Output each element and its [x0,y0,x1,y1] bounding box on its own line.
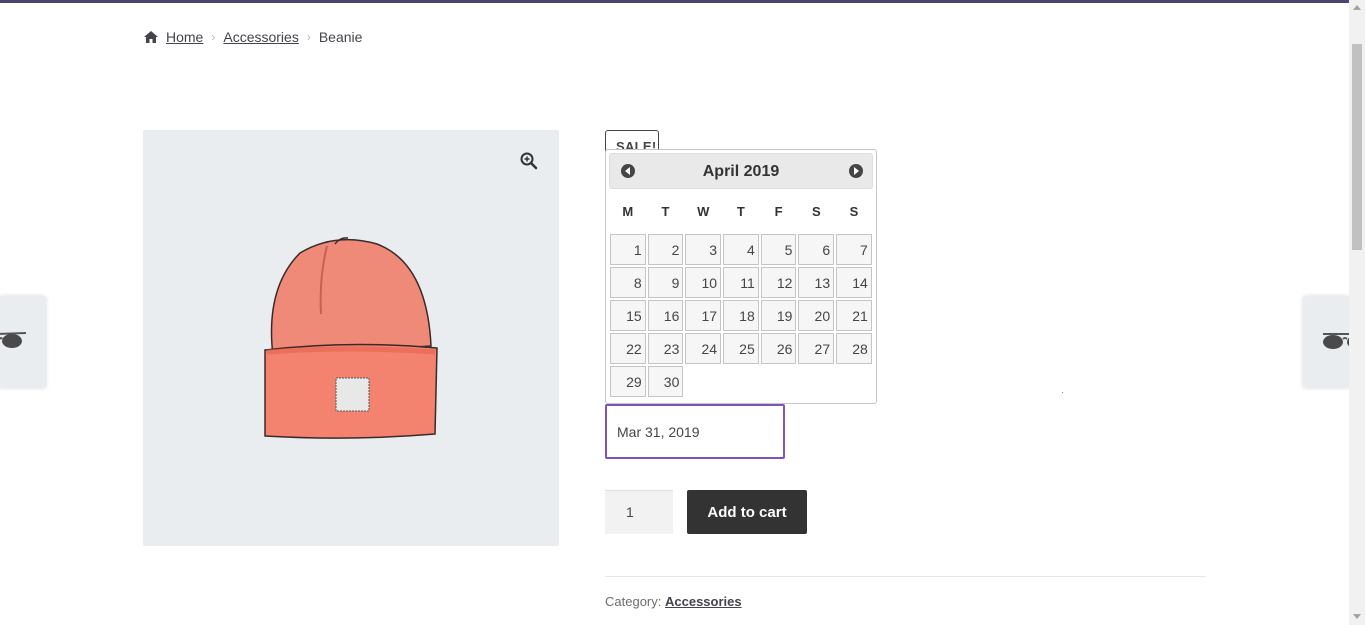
breadcrumb-home-link[interactable]: Home [166,29,203,45]
datepicker-day[interactable]: 24 [685,333,722,364]
home-icon [144,31,158,43]
zoom-in-icon [520,152,538,170]
datepicker-day[interactable]: 26 [760,333,797,364]
datepicker-day[interactable]: 15 [610,300,646,331]
beanie-product-image [264,237,438,439]
top-accent-bar [0,0,1365,3]
next-month-button[interactable] [849,164,863,178]
breadcrumb-category-link[interactable]: Accessories [223,29,298,45]
scroll-down-arrow-icon[interactable] [1353,614,1361,619]
product-meta: Category: Accessories [605,594,742,609]
datepicker-day[interactable]: 29 [610,366,646,397]
datepicker-day[interactable]: 5 [760,234,797,265]
divider [605,576,1206,577]
datepicker-weekday-row: MTWTFSS [609,201,873,223]
weekday-label: T [736,204,745,219]
scrollbar-thumb[interactable] [1352,44,1362,250]
date-input[interactable]: Mar 31, 2019 [605,404,785,459]
datepicker-day[interactable]: 20 [798,300,835,331]
datepicker-day[interactable]: 19 [760,300,797,331]
chevron-right-icon: › [306,30,311,44]
datepicker-day[interactable]: 30 [647,366,684,397]
category-label: Category: [605,594,662,609]
datepicker-day-grid: 1 2 3 4 5 6 7 8 9 10 11 12 13 14 15 16 17 18 19 20 21 22 23 24 2… [609,233,873,398]
weekday-label: S [811,204,821,219]
datepicker-header: April 2019 [609,153,873,189]
breadcrumb: Home › Accessories › Beanie [143,28,362,46]
weekday-label: M [622,204,634,219]
datepicker-day[interactable]: 8 [610,267,646,298]
datepicker-day[interactable]: 13 [798,267,835,298]
datepicker-day[interactable]: 2 [647,234,684,265]
weekday-label: F [774,204,783,219]
datepicker-day[interactable]: 18 [723,300,759,331]
add-to-cart-button[interactable]: Add to cart [687,490,807,534]
chevron-right-icon: › [211,30,216,44]
sunglasses-icon [0,332,27,348]
datepicker-day[interactable]: 6 [798,234,835,265]
zoom-button[interactable] [516,148,542,174]
datepicker-day[interactable]: 12 [760,267,797,298]
datepicker-day[interactable]: 1 [610,234,646,265]
weekday-label: S [849,204,859,219]
datepicker-day[interactable]: 11 [723,267,759,298]
next-product-button[interactable] [1303,296,1349,388]
datepicker-day[interactable]: 3 [685,234,722,265]
datepicker-day[interactable]: 16 [647,300,684,331]
datepicker-day[interactable]: 14 [836,267,872,298]
previous-product-button[interactable] [0,296,46,388]
datepicker-day[interactable]: 21 [836,300,872,331]
datepicker-day[interactable]: 4 [723,234,759,265]
datepicker-popup: April 2019 MTWTFSS 1 2 3 4 5 6 7 8 9 10 11 12 13 14 15… [605,149,877,404]
datepicker-day[interactable]: 10 [685,267,722,298]
scroll-up-arrow-icon[interactable] [1353,5,1361,10]
datepicker-day[interactable]: 22 [610,333,646,364]
breadcrumb-current: Beanie [318,29,363,45]
scrollbar[interactable] [1349,0,1365,625]
datepicker-day[interactable]: 7 [836,234,872,265]
datepicker-day[interactable]: 27 [798,333,835,364]
category-link[interactable]: Accessories [665,594,742,609]
datepicker-month-title: April 2019 [702,163,780,180]
datepicker-day[interactable]: 23 [647,333,684,364]
weekday-label: T [661,204,670,219]
datepicker-day[interactable]: 25 [723,333,759,364]
sunglasses-icon [1323,333,1349,349]
weekday-label: W [697,204,710,219]
stray-dot [1062,392,1063,393]
datepicker-day[interactable]: 28 [836,333,872,364]
quantity-input[interactable]: 1 [605,490,673,534]
datepicker-day[interactable]: 17 [685,300,722,331]
datepicker-day[interactable]: 9 [647,267,684,298]
